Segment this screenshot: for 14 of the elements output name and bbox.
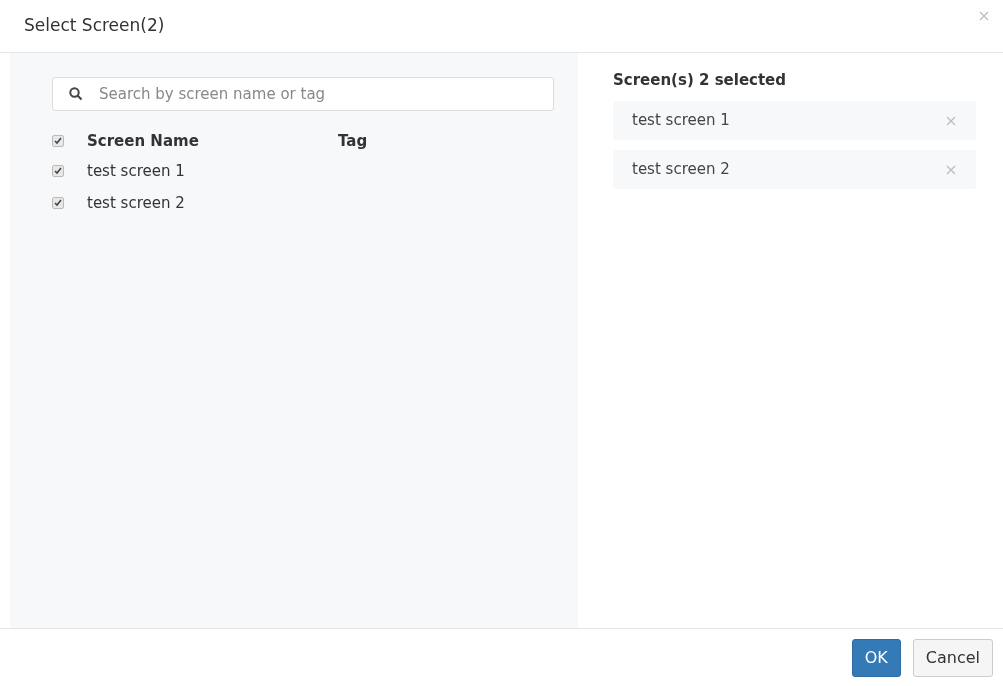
screen-name-cell-text: test screen 2 <box>87 192 185 214</box>
dialog-title: Select Screen(2) <box>24 14 165 38</box>
column-header: Tag <box>338 130 368 152</box>
ok-button[interactable]: OK <box>851 638 901 677</box>
selected-screen-item: test screen 1 <box>613 101 976 140</box>
search-field[interactable]: Search by screen name or tag <box>52 77 554 111</box>
selected-screen-item: test screen 2 <box>613 150 976 189</box>
column-header: Screen Name <box>87 130 200 152</box>
row-checkbox[interactable] <box>52 165 64 177</box>
cancel-button[interactable]: Cancel <box>912 638 993 677</box>
selected-heading: Screen(s) 2 selected <box>613 70 788 91</box>
select-all-checkbox[interactable] <box>52 135 64 147</box>
screen-name-cell-text: test screen 1 <box>87 160 185 182</box>
row-checkbox[interactable] <box>52 197 64 209</box>
